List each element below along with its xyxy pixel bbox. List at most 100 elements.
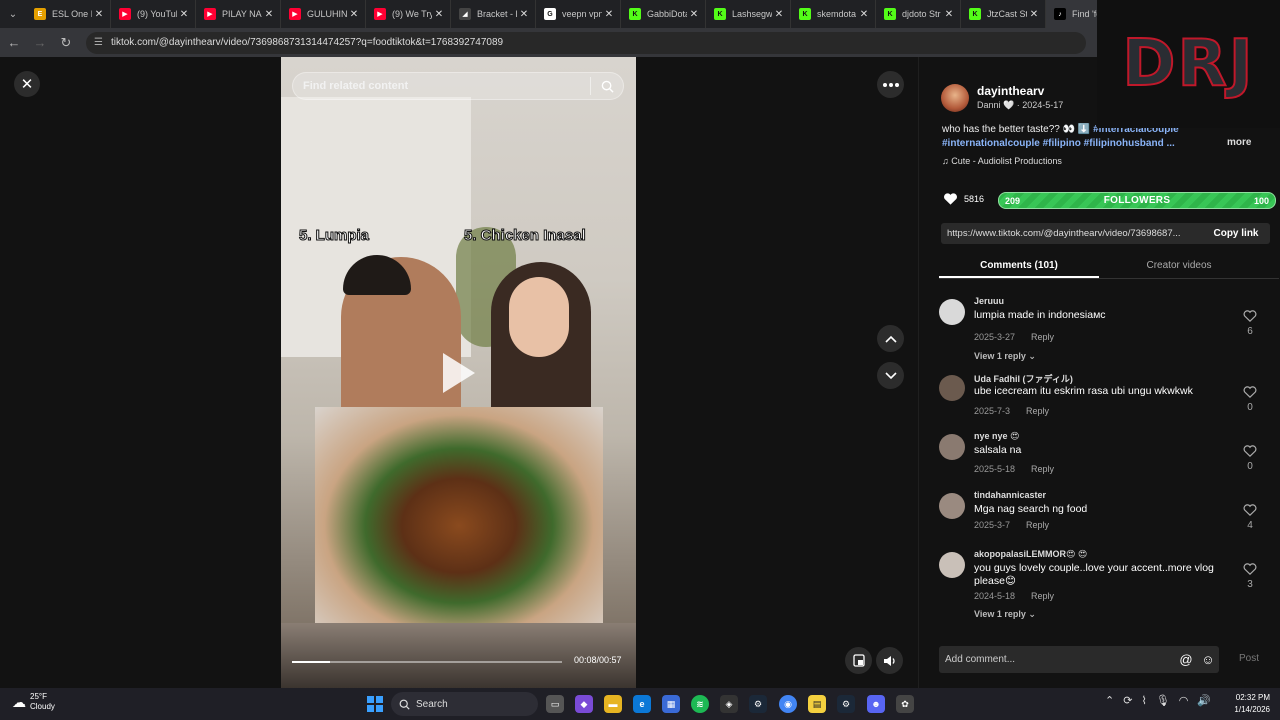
close-icon[interactable]: ✕ xyxy=(432,9,446,20)
copilot-icon[interactable]: ◆ xyxy=(575,695,593,713)
chrome-icon[interactable]: ◉ xyxy=(779,695,797,713)
copy-link-button[interactable]: Copy link xyxy=(1202,228,1270,239)
browser-tab[interactable]: K Lashsegwa✕ xyxy=(706,0,791,28)
post-comment-button[interactable]: Post xyxy=(1239,653,1259,664)
browser-tab[interactable]: ▶ GULUHIN ✕ xyxy=(281,0,366,28)
browser-tab[interactable]: E ESL One B✕ xyxy=(26,0,111,28)
browser-tab[interactable]: K JtzCast Str ✕ xyxy=(961,0,1046,28)
close-icon[interactable]: ✕ xyxy=(602,9,616,20)
comment-username[interactable]: tindahannicaster xyxy=(974,490,1046,500)
close-icon[interactable]: ✕ xyxy=(772,9,786,20)
comment-like-icon[interactable] xyxy=(1242,386,1258,398)
comment-input[interactable] xyxy=(945,654,1175,665)
browser-tab[interactable]: ▶ PILAY NA ✕ xyxy=(196,0,281,28)
reload-button[interactable]: ↻ xyxy=(54,31,78,55)
progress-bar[interactable] xyxy=(292,661,562,663)
app-icon-2[interactable]: ✿ xyxy=(896,695,914,713)
reply-button[interactable]: Reply xyxy=(1031,591,1054,601)
close-icon[interactable]: ✕ xyxy=(517,9,531,20)
hashtag-line-2[interactable]: #internationalcouple #filipino #filipino… xyxy=(942,138,1175,149)
task-view-icon[interactable]: ▭ xyxy=(546,695,564,713)
browser-tab[interactable]: ▶ (9) We Try ✕ xyxy=(366,0,451,28)
comment-username[interactable]: nye nye 😍 xyxy=(974,431,1019,442)
close-icon[interactable]: ✕ xyxy=(92,9,106,20)
more-options-button[interactable] xyxy=(877,71,904,98)
app-icon[interactable]: ◈ xyxy=(720,695,738,713)
browser-tab[interactable]: K GabbiDota ✕ xyxy=(621,0,706,28)
comment-avatar[interactable] xyxy=(939,552,965,578)
comment-username[interactable]: Uda Fadhil (ファディル) xyxy=(974,372,1073,385)
back-button[interactable]: ← xyxy=(2,31,26,55)
edge-icon[interactable]: e xyxy=(633,695,651,713)
next-video-button[interactable] xyxy=(877,362,904,389)
browser-tab[interactable]: Kdjdoto Str ✕ xyxy=(876,0,961,28)
floating-player-button[interactable] xyxy=(845,647,872,674)
view-replies-button[interactable]: View 1 reply ⌄ xyxy=(974,609,1036,620)
browser-tab[interactable]: ◢ Bracket - l ✕ xyxy=(451,0,536,28)
creator-username[interactable]: dayinthearv xyxy=(977,84,1044,98)
mention-icon[interactable]: @ xyxy=(1175,652,1197,667)
browser-tab[interactable]: Gveepn vpn ✕ xyxy=(536,0,621,28)
sync-icon[interactable]: ⟳ xyxy=(1123,694,1132,707)
tab-search-button[interactable]: ⌄ xyxy=(0,0,26,28)
store-icon[interactable]: ▦ xyxy=(662,695,680,713)
site-info-icon[interactable]: ☰ xyxy=(94,37,103,48)
close-icon[interactable]: ✕ xyxy=(857,9,871,20)
browser-tab[interactable]: ▶ (9) YouTub ✕ xyxy=(111,0,196,28)
close-icon[interactable]: ✕ xyxy=(262,9,276,20)
close-button[interactable]: ✕ xyxy=(14,71,40,97)
close-icon[interactable]: ✕ xyxy=(942,9,956,20)
reply-button[interactable]: Reply xyxy=(1026,406,1049,416)
close-icon[interactable]: ✕ xyxy=(347,9,361,20)
steam-icon[interactable]: ⚙ xyxy=(749,695,767,713)
tab-creator-videos[interactable]: Creator videos xyxy=(1099,255,1259,278)
file-explorer-icon[interactable]: ▬ xyxy=(604,695,622,713)
comment-like-icon[interactable] xyxy=(1242,504,1258,516)
weather-widget[interactable]: ☁ 25°F Cloudy xyxy=(12,692,55,712)
comment-username[interactable]: Jeruuu xyxy=(974,296,1004,306)
tab-comments[interactable]: Comments (101) xyxy=(939,255,1099,278)
chevron-up-icon[interactable]: ⌃ xyxy=(1105,694,1114,707)
music-link[interactable]: ♫ Cute - Audiolist Productions xyxy=(942,156,1062,166)
video-player[interactable]: 5. Lumpia 5. Chicken Inasal 00:08/00:57 xyxy=(281,57,636,688)
microphone-icon[interactable]: 🎙 xyxy=(1156,694,1170,707)
view-replies-button[interactable]: View 1 reply ⌄ xyxy=(974,351,1036,362)
browser-tab[interactable]: Kskemdota ✕ xyxy=(791,0,876,28)
discord-icon[interactable]: ☻ xyxy=(867,695,885,713)
heart-icon[interactable] xyxy=(943,192,958,206)
volume-icon[interactable]: 🔊 xyxy=(1197,694,1211,707)
comment-like-icon[interactable] xyxy=(1242,310,1258,322)
wifi-icon[interactable]: ◠ xyxy=(1179,694,1189,707)
close-icon[interactable]: ✕ xyxy=(177,9,191,20)
close-icon[interactable]: ✕ xyxy=(687,9,701,20)
taskbar-search[interactable]: Search xyxy=(391,692,538,716)
close-icon[interactable]: ✕ xyxy=(1027,9,1041,20)
url-bar[interactable]: ☰ tiktok.com/@dayinthearv/video/73698687… xyxy=(86,31,1086,54)
search-icon[interactable] xyxy=(591,80,623,93)
comment-username[interactable]: akopopalasiLEMMOR😍 😍 xyxy=(974,549,1087,560)
forward-button[interactable]: → xyxy=(28,31,52,55)
creator-avatar[interactable] xyxy=(941,84,969,112)
reply-button[interactable]: Reply xyxy=(1031,332,1054,342)
clock[interactable]: 02:32 PM 1/14/2026 xyxy=(1222,692,1270,716)
steam-icon-2[interactable]: ⚙ xyxy=(837,695,855,713)
reply-button[interactable]: Reply xyxy=(1031,464,1054,474)
comment-like-icon[interactable] xyxy=(1242,563,1258,575)
spotify-icon[interactable]: ≋ xyxy=(691,695,709,713)
reply-button[interactable]: Reply xyxy=(1026,520,1049,530)
start-icon[interactable] xyxy=(367,696,383,712)
comment-avatar[interactable] xyxy=(939,299,965,325)
comment-avatar[interactable] xyxy=(939,434,965,460)
comment-avatar[interactable] xyxy=(939,493,965,519)
sticky-notes-icon[interactable]: ▤ xyxy=(808,695,826,713)
more-description-button[interactable]: more xyxy=(1227,137,1251,148)
comment-avatar[interactable] xyxy=(939,375,965,401)
play-icon[interactable] xyxy=(443,353,475,393)
volume-button[interactable] xyxy=(876,647,903,674)
previous-video-button[interactable] xyxy=(877,325,904,352)
related-search-input[interactable] xyxy=(293,80,590,92)
comment-like-icon[interactable] xyxy=(1242,445,1258,457)
network-icon[interactable]: ⌇ xyxy=(1141,694,1146,707)
share-link-text[interactable]: https://www.tiktok.com/@dayinthearv/vide… xyxy=(947,228,1202,239)
emoji-icon[interactable]: ☺ xyxy=(1197,652,1219,667)
